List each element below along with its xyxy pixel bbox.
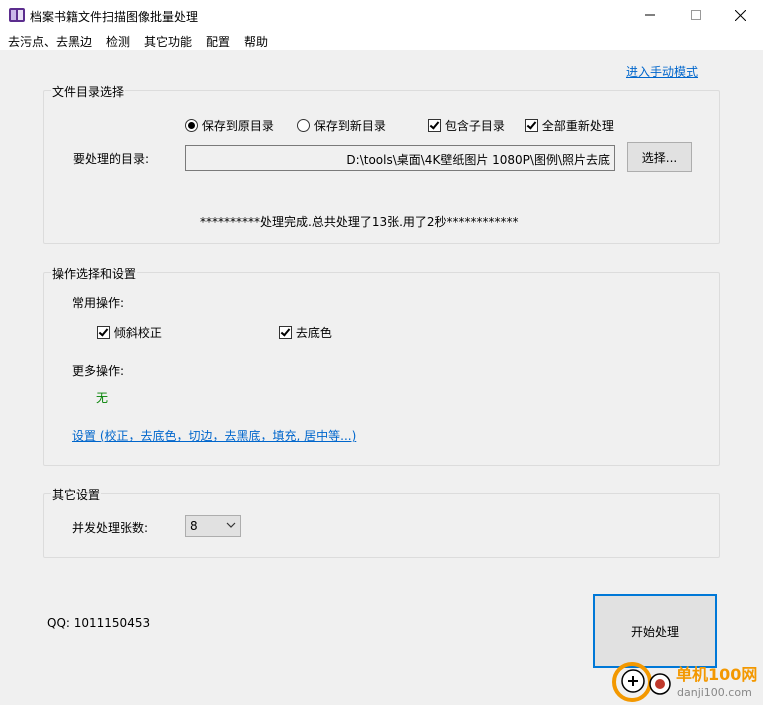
start-button[interactable]: 开始处理 — [593, 594, 717, 668]
checkbox-indicator — [428, 119, 441, 132]
reprocess-all-checkbox[interactable]: 全部重新处理 — [525, 117, 614, 134]
more-ops-label: 更多操作: — [72, 364, 125, 378]
deskew-checkbox[interactable]: 倾斜校正 — [97, 324, 162, 341]
menu-bar: 去污点、去黑边 检测 其它功能 配置 帮助 — [0, 30, 763, 50]
concurrency-value: 8 — [190, 519, 198, 533]
checkbox-indicator — [97, 326, 110, 339]
chevron-down-icon — [226, 522, 236, 528]
browse-button[interactable]: 选择... — [627, 142, 692, 172]
radio-indicator — [185, 119, 198, 132]
qq-text: QQ: 1011150453 — [47, 616, 151, 630]
save-original-label: 保存到原目录 — [201, 119, 274, 133]
dir-group-title: 文件目录选择 — [51, 83, 126, 100]
maximize-icon — [691, 10, 701, 20]
menu-config[interactable]: 配置 — [206, 33, 230, 50]
checkbox-indicator — [525, 119, 538, 132]
minimize-button[interactable] — [627, 0, 673, 30]
menu-help[interactable]: 帮助 — [244, 33, 268, 50]
reprocess-all-label: 全部重新处理 — [541, 119, 614, 133]
watermark-url: danji100.com — [677, 686, 752, 699]
menu-despeckle[interactable]: 去污点、去黑边 — [8, 33, 92, 50]
ops-group-title: 操作选择和设置 — [51, 265, 138, 282]
concurrency-select[interactable]: 8 — [185, 515, 241, 537]
deskew-label: 倾斜校正 — [113, 326, 162, 340]
window-title: 档案书籍文件扫描图像批量处理 — [30, 10, 199, 24]
remove-bg-label: 去底色 — [295, 326, 332, 340]
close-icon — [734, 9, 746, 21]
dir-label: 要处理的目录: — [73, 152, 150, 166]
close-button[interactable] — [717, 0, 763, 30]
concurrency-label: 并发处理张数: — [72, 521, 149, 535]
common-ops-label: 常用操作: — [72, 296, 125, 310]
save-new-label: 保存到新目录 — [313, 119, 386, 133]
other-group-title: 其它设置 — [51, 486, 102, 503]
maximize-button[interactable] — [673, 0, 719, 30]
app-icon — [9, 8, 25, 22]
settings-link[interactable]: 设置 (校正，去底色，切边，去黑底，填充, 居中等...) — [72, 427, 356, 444]
save-new-radio[interactable]: 保存到新目录 — [297, 117, 386, 134]
remove-bg-checkbox[interactable]: 去底色 — [279, 324, 332, 341]
menu-detect[interactable]: 检测 — [106, 33, 130, 50]
watermark-logo: 单机100网 danji100.com — [612, 662, 757, 702]
status-text: **********处理完成.总共处理了13张.用了2秒************ — [200, 215, 519, 229]
manual-mode-link[interactable]: 进入手动模式 — [626, 63, 698, 80]
watermark: 单机100网 danji100.com — [612, 658, 763, 702]
dir-path-field[interactable]: D:\tools\桌面\4K壁纸图片 1080P\图例\照片去底 — [185, 145, 615, 171]
minimize-icon — [645, 14, 655, 16]
radio-indicator — [297, 119, 310, 132]
watermark-text: 单机100网 — [676, 665, 757, 684]
checkbox-indicator — [279, 326, 292, 339]
menu-other-functions[interactable]: 其它功能 — [144, 33, 192, 50]
include-subdirs-label: 包含子目录 — [444, 119, 505, 133]
save-original-radio[interactable]: 保存到原目录 — [185, 117, 274, 134]
more-ops-value: 无 — [96, 391, 109, 405]
include-subdirs-checkbox[interactable]: 包含子目录 — [428, 117, 505, 134]
title-bar: 档案书籍文件扫描图像批量处理 — [0, 0, 763, 31]
